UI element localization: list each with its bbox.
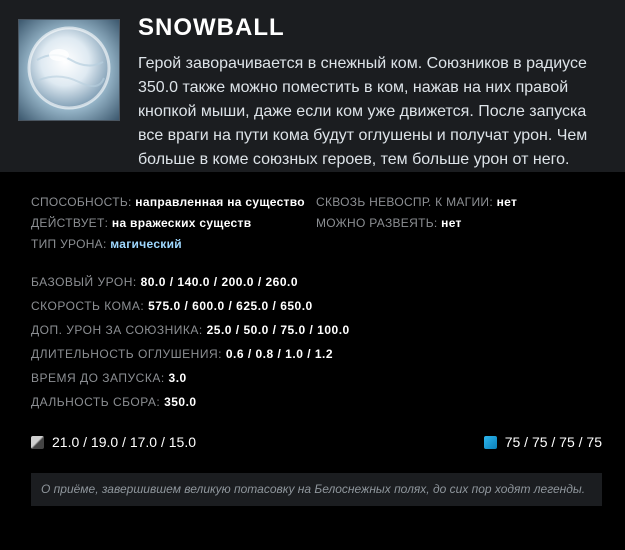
property-value: магический	[110, 237, 182, 251]
property-label: ДЕЙСТВУЕТ:	[31, 216, 109, 230]
stat-value: 3.0	[168, 371, 187, 385]
property-value: нет	[441, 216, 462, 230]
stat-label: БАЗОВЫЙ УРОН:	[31, 275, 137, 289]
property-value: на вражеских существ	[111, 216, 252, 230]
stat-label: СКОРОСТЬ КОМА:	[31, 299, 145, 313]
stat-label: ДОП. УРОН ЗА СОЮЗНИКА:	[31, 323, 203, 337]
property-affects: ДЕЙСТВУЕТ: на вражеских существ	[31, 216, 251, 230]
stat-row: ДОП. УРОН ЗА СОЮЗНИКА: 25.0 / 50.0 / 75.…	[31, 323, 350, 337]
cooldown-value: 21.0 / 19.0 / 17.0 / 15.0	[52, 434, 196, 450]
stat-label: ДАЛЬНОСТЬ СБОРА:	[31, 395, 161, 409]
stat-value: 80.0 / 140.0 / 200.0 / 260.0	[140, 275, 299, 289]
ability-lore: О приёме, завершившем великую потасовку …	[31, 473, 602, 506]
stat-value: 575.0 / 600.0 / 625.0 / 650.0	[148, 299, 313, 313]
stat-row: ДАЛЬНОСТЬ СБОРА: 350.0	[31, 395, 197, 409]
property-dispel: МОЖНО РАЗВЕЯТЬ: нет	[316, 216, 462, 230]
cooldown-display: 21.0 / 19.0 / 17.0 / 15.0	[31, 434, 196, 450]
property-damage-type: ТИП УРОНА: магический	[31, 237, 182, 251]
mana-icon	[483, 435, 497, 449]
stat-value: 0.6 / 0.8 / 1.0 / 1.2	[225, 347, 334, 361]
property-pierce: СКВОЗЬ НЕВОСПР. К МАГИИ: нет	[316, 195, 517, 209]
snowball-icon	[18, 19, 120, 121]
stat-label: ВРЕМЯ ДО ЗАПУСКА:	[31, 371, 165, 385]
mana-cost-display: 75 / 75 / 75 / 75	[483, 434, 602, 450]
stat-row: ВРЕМЯ ДО ЗАПУСКА: 3.0	[31, 371, 187, 385]
stat-value: 350.0	[164, 395, 197, 409]
property-ability: СПОСОБНОСТЬ: направленная на существо	[31, 195, 305, 209]
property-label: СКВОЗЬ НЕВОСПР. К МАГИИ:	[316, 195, 493, 209]
cooldown-icon	[31, 435, 44, 449]
property-label: МОЖНО РАЗВЕЯТЬ:	[316, 216, 438, 230]
ability-header: SNOWBALL Герой заворачивается в снежный …	[0, 0, 625, 172]
property-label: СПОСОБНОСТЬ:	[31, 195, 132, 209]
property-value: нет	[496, 195, 518, 209]
stat-label: ДЛИТЕЛЬНОСТЬ ОГЛУШЕНИЯ:	[31, 347, 222, 361]
stat-row: БАЗОВЫЙ УРОН: 80.0 / 140.0 / 200.0 / 260…	[31, 275, 298, 289]
ability-name: SNOWBALL	[138, 14, 285, 41]
ability-description: Герой заворачивается в снежный ком. Союз…	[138, 55, 588, 168]
property-label: ТИП УРОНА:	[31, 237, 107, 251]
stat-value: 25.0 / 50.0 / 75.0 / 100.0	[206, 323, 350, 337]
stat-row: СКОРОСТЬ КОМА: 575.0 / 600.0 / 625.0 / 6…	[31, 299, 313, 313]
property-value: направленная на существо	[135, 195, 305, 209]
stat-row: ДЛИТЕЛЬНОСТЬ ОГЛУШЕНИЯ: 0.6 / 0.8 / 1.0 …	[31, 347, 333, 361]
mana-cost-value: 75 / 75 / 75 / 75	[504, 434, 602, 450]
